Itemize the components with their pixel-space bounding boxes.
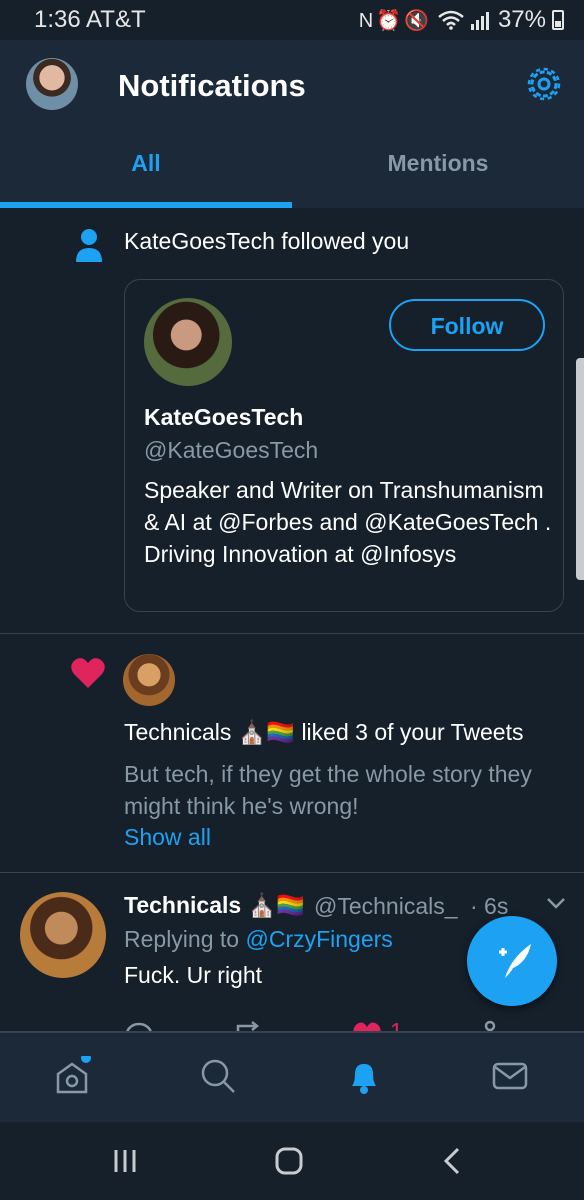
user-card-avatar[interactable] xyxy=(144,298,232,386)
compose-button[interactable] xyxy=(467,916,557,1006)
replying-to-mention[interactable]: @CrzyFingers xyxy=(245,926,392,952)
follow-button[interactable]: Follow xyxy=(389,299,545,351)
gear-icon[interactable] xyxy=(524,64,564,104)
divider xyxy=(0,633,584,634)
tweet-author-handle[interactable]: @Technicals_ xyxy=(314,893,458,920)
bell-icon[interactable] xyxy=(344,1056,384,1096)
status-time: 1:36 AT&T xyxy=(34,6,146,33)
follow-notification-text[interactable]: KateGoesTech followed you xyxy=(124,228,409,255)
like-notification-text[interactable]: Technicals ⛪🏳️‍🌈 liked 3 of your Tweets xyxy=(124,719,523,746)
home-button-icon[interactable] xyxy=(272,1144,306,1178)
liker-avatar[interactable] xyxy=(123,654,175,706)
tweet-author-name[interactable]: Technicals ⛪🏳️‍🌈 xyxy=(124,892,305,919)
user-card-name: KateGoesTech xyxy=(144,404,304,430)
divider xyxy=(0,872,584,873)
signal-icon xyxy=(470,12,489,30)
profile-avatar[interactable] xyxy=(26,58,78,110)
tweet-avatar[interactable] xyxy=(20,892,106,978)
home-icon[interactable] xyxy=(52,1056,92,1096)
person-icon xyxy=(76,229,102,262)
show-all-link[interactable]: Show all xyxy=(124,824,211,851)
status-right: N⏰🔇 37% xyxy=(359,6,564,34)
battery-percent: 37% xyxy=(497,6,546,33)
recent-apps-icon[interactable] xyxy=(108,1144,142,1178)
wifi-icon xyxy=(438,10,464,30)
tab-mentions[interactable]: Mentions xyxy=(292,150,584,177)
status-icons: N⏰🔇 xyxy=(358,9,432,32)
battery-icon xyxy=(552,10,564,30)
user-card-bio: Speaker and Writer on Transhumanism & AI… xyxy=(144,477,552,567)
chevron-down-icon[interactable] xyxy=(546,896,566,910)
back-icon[interactable] xyxy=(436,1144,470,1178)
active-tab-indicator xyxy=(0,202,292,208)
tweet-text[interactable]: Fuck. Ur right xyxy=(124,962,262,989)
liked-tweet-preview[interactable]: But tech, if they get the whole story th… xyxy=(124,758,564,822)
compose-icon xyxy=(499,944,531,978)
heart-icon xyxy=(71,658,105,688)
replying-to-prefix: Replying to xyxy=(124,926,240,952)
replying-to: Replying to @CrzyFingers xyxy=(124,926,393,953)
scrollbar-thumb[interactable] xyxy=(576,358,584,580)
search-icon[interactable] xyxy=(198,1056,238,1096)
tab-all[interactable]: All xyxy=(0,150,292,177)
page-title: Notifications xyxy=(118,68,306,103)
mail-icon[interactable] xyxy=(490,1056,530,1096)
user-card-handle: @KateGoesTech xyxy=(144,437,319,463)
header xyxy=(0,40,584,208)
